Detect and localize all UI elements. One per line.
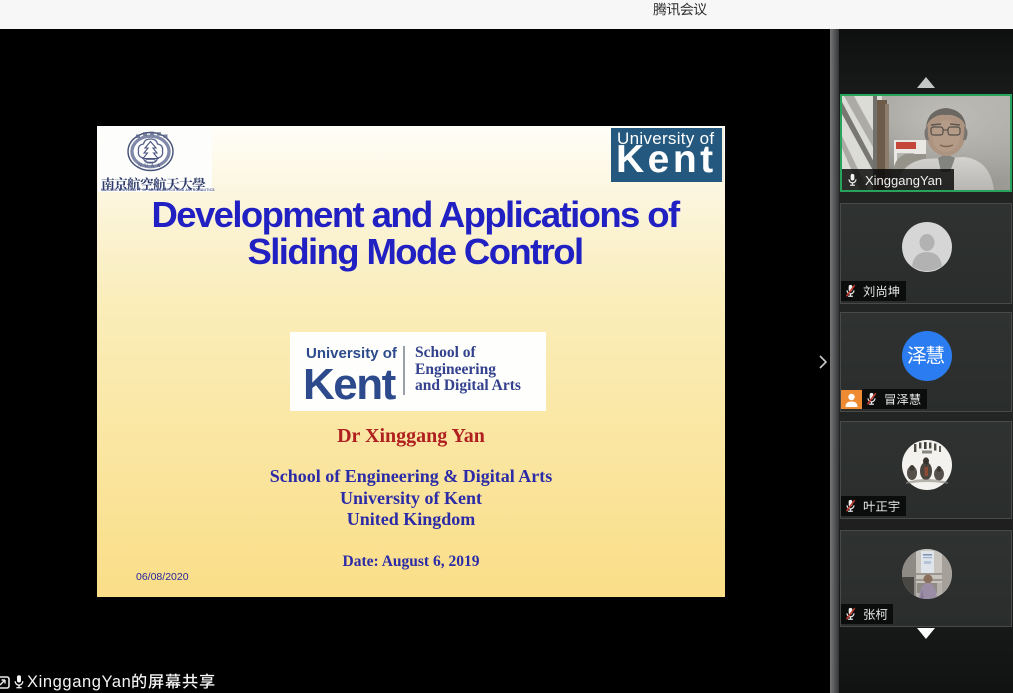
svg-text:NUAA: NUAA — [138, 163, 163, 169]
